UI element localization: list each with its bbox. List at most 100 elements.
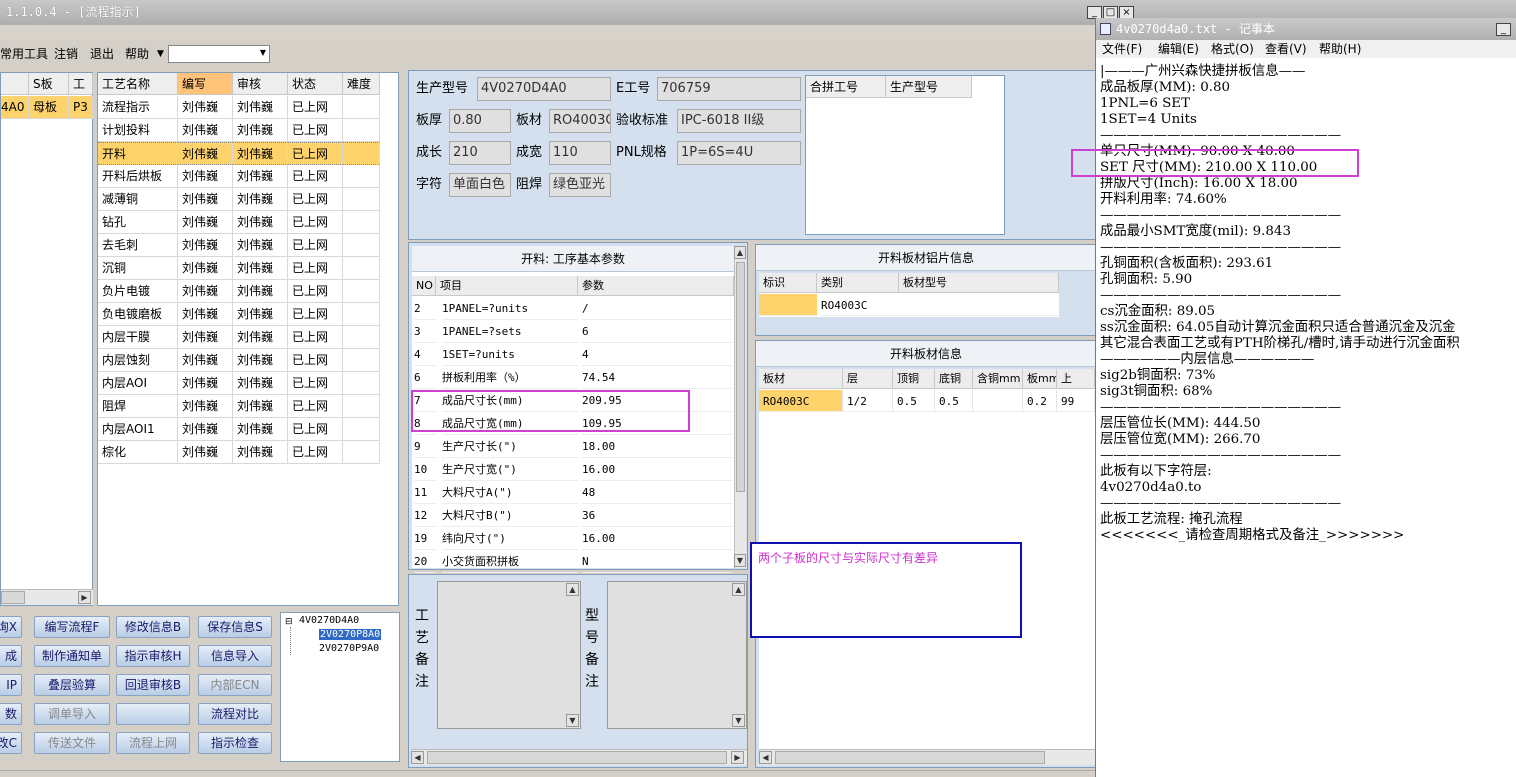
- process-cell[interactable]: 刘伟巍: [178, 441, 233, 464]
- process-cell[interactable]: 刘伟巍: [233, 96, 288, 119]
- board-cell[interactable]: 0.5: [893, 390, 935, 412]
- foil-cell[interactable]: RO4003C: [821, 294, 899, 316]
- tree-collapse-icon[interactable]: ⊟: [285, 617, 293, 627]
- params-cell[interactable]: 16.00: [582, 458, 732, 481]
- process-cell[interactable]: 已上网: [288, 280, 343, 303]
- menu-logout[interactable]: 注销: [54, 41, 78, 67]
- process-cell[interactable]: [343, 142, 380, 165]
- process-cell[interactable]: 棕化: [98, 441, 178, 464]
- action-button[interactable]: 修改信息B: [116, 616, 190, 638]
- action-button[interactable]: 信息导入: [198, 645, 272, 667]
- process-cell[interactable]: 刘伟巍: [178, 418, 233, 441]
- notepad-menu-help[interactable]: 帮助(H): [1319, 40, 1361, 58]
- remarks-scroll-thumb[interactable]: [427, 751, 727, 764]
- notepad-menu-file[interactable]: 文件(F): [1102, 40, 1142, 58]
- material-field[interactable]: RO4003C: [549, 109, 611, 133]
- process-cell[interactable]: 已上网: [288, 395, 343, 418]
- params-cell[interactable]: 11: [414, 481, 436, 504]
- process-cell[interactable]: 刘伟巍: [178, 280, 233, 303]
- scroll-up-icon[interactable]: ▲: [732, 583, 745, 596]
- process-cell[interactable]: 已上网: [288, 372, 343, 395]
- menu-help[interactable]: 帮助: [125, 41, 149, 67]
- left-grid-cell[interactable]: 母板: [29, 96, 69, 119]
- params-cell[interactable]: 6: [582, 320, 732, 343]
- process-cell[interactable]: [343, 418, 380, 441]
- action-button[interactable]: 传送文件: [34, 732, 110, 754]
- board-scroll-thumb[interactable]: [775, 751, 1045, 764]
- board-cell[interactable]: 99: [1057, 390, 1095, 412]
- scroll-down-icon[interactable]: ▼: [734, 554, 746, 567]
- process-cell[interactable]: 已上网: [288, 303, 343, 326]
- params-cell[interactable]: 1SET=?units: [442, 343, 578, 366]
- scroll-down-icon[interactable]: ▼: [732, 714, 745, 727]
- process-cell[interactable]: 已上网: [288, 326, 343, 349]
- action-button[interactable]: 内部ECN: [198, 674, 272, 696]
- process-cell[interactable]: 已上网: [288, 96, 343, 119]
- params-cell[interactable]: 12: [414, 504, 436, 527]
- process-cell[interactable]: 刘伟巍: [178, 349, 233, 372]
- process-cell[interactable]: 刘伟巍: [178, 142, 233, 165]
- notepad-menu-view[interactable]: 查看(V): [1265, 40, 1307, 58]
- params-cell[interactable]: 3: [414, 320, 436, 343]
- process-cell[interactable]: 已上网: [288, 418, 343, 441]
- process-cell[interactable]: 内层AOI: [98, 372, 178, 395]
- menu-exit[interactable]: 退出: [90, 41, 114, 67]
- process-cell[interactable]: 刘伟巍: [233, 372, 288, 395]
- process-cell[interactable]: 开料后烘板: [98, 165, 178, 188]
- action-button[interactable]: 成: [0, 645, 22, 667]
- length-field[interactable]: 210: [449, 141, 511, 165]
- process-cell[interactable]: 刘伟巍: [233, 165, 288, 188]
- process-cell[interactable]: 已上网: [288, 142, 343, 165]
- action-button[interactable]: 保存信息S: [198, 616, 272, 638]
- process-cell[interactable]: 负片电镀: [98, 280, 178, 303]
- process-cell[interactable]: 钻孔: [98, 211, 178, 234]
- process-cell[interactable]: [343, 234, 380, 257]
- params-cell[interactable]: 19: [414, 527, 436, 550]
- thickness-field[interactable]: 0.80: [449, 109, 511, 133]
- combine-list[interactable]: 合拼工号 生产型号: [805, 75, 1005, 235]
- params-cell[interactable]: 拼板利用率（%）: [442, 366, 578, 389]
- foil-cell[interactable]: [759, 294, 817, 316]
- params-cell[interactable]: 9: [414, 435, 436, 458]
- process-cell[interactable]: 刘伟巍: [233, 119, 288, 142]
- width-field[interactable]: 110: [549, 141, 611, 165]
- board-cell[interactable]: 0.2: [1023, 390, 1057, 412]
- params-cell[interactable]: 20: [414, 550, 436, 573]
- board-cell[interactable]: RO4003C: [759, 390, 843, 412]
- model-remark-textarea[interactable]: ▲ ▼: [607, 581, 747, 729]
- eno-field[interactable]: 706759: [657, 77, 801, 101]
- left-grid-cell[interactable]: 4A0: [1, 96, 29, 119]
- mask-field[interactable]: 绿色亚光: [549, 173, 611, 197]
- process-cell[interactable]: 刘伟巍: [178, 211, 233, 234]
- params-cell[interactable]: 1PANEL=?sets: [442, 320, 578, 343]
- process-cell[interactable]: 去毛刺: [98, 234, 178, 257]
- craft-remark-textarea[interactable]: ▲ ▼: [437, 581, 581, 729]
- action-button[interactable]: 调单导入: [34, 703, 110, 725]
- action-button[interactable]: 指示检查: [198, 732, 272, 754]
- action-button[interactable]: 制作通知单: [34, 645, 110, 667]
- process-cell[interactable]: 刘伟巍: [178, 188, 233, 211]
- process-cell[interactable]: 刘伟巍: [178, 96, 233, 119]
- params-cell[interactable]: 74.54: [582, 366, 732, 389]
- action-button[interactable]: 询X: [0, 616, 22, 638]
- scroll-left-icon[interactable]: ◀: [411, 751, 424, 764]
- char-field[interactable]: 单面白色: [449, 173, 511, 197]
- process-cell[interactable]: [343, 372, 380, 395]
- process-cell[interactable]: [343, 119, 380, 142]
- scroll-right-icon[interactable]: ▶: [78, 591, 91, 604]
- scroll-left-icon[interactable]: ◀: [759, 751, 772, 764]
- action-button[interactable]: 叠层验算: [34, 674, 110, 696]
- params-cell[interactable]: N: [582, 550, 732, 573]
- process-cell[interactable]: 刘伟巍: [233, 441, 288, 464]
- process-cell[interactable]: 刘伟巍: [233, 280, 288, 303]
- model-field[interactable]: 4V0270D4A0: [477, 77, 611, 101]
- params-cell[interactable]: 6: [414, 366, 436, 389]
- board-cell[interactable]: 0.5: [935, 390, 973, 412]
- params-cell[interactable]: 18.00: [582, 435, 732, 458]
- params-cell[interactable]: 4: [582, 343, 732, 366]
- params-cell[interactable]: 10: [414, 458, 436, 481]
- process-cell[interactable]: 刘伟巍: [178, 257, 233, 280]
- notepad-menu-format[interactable]: 格式(O): [1211, 40, 1254, 58]
- process-cell[interactable]: 刘伟巍: [233, 142, 288, 165]
- foil-cell[interactable]: [899, 294, 1059, 316]
